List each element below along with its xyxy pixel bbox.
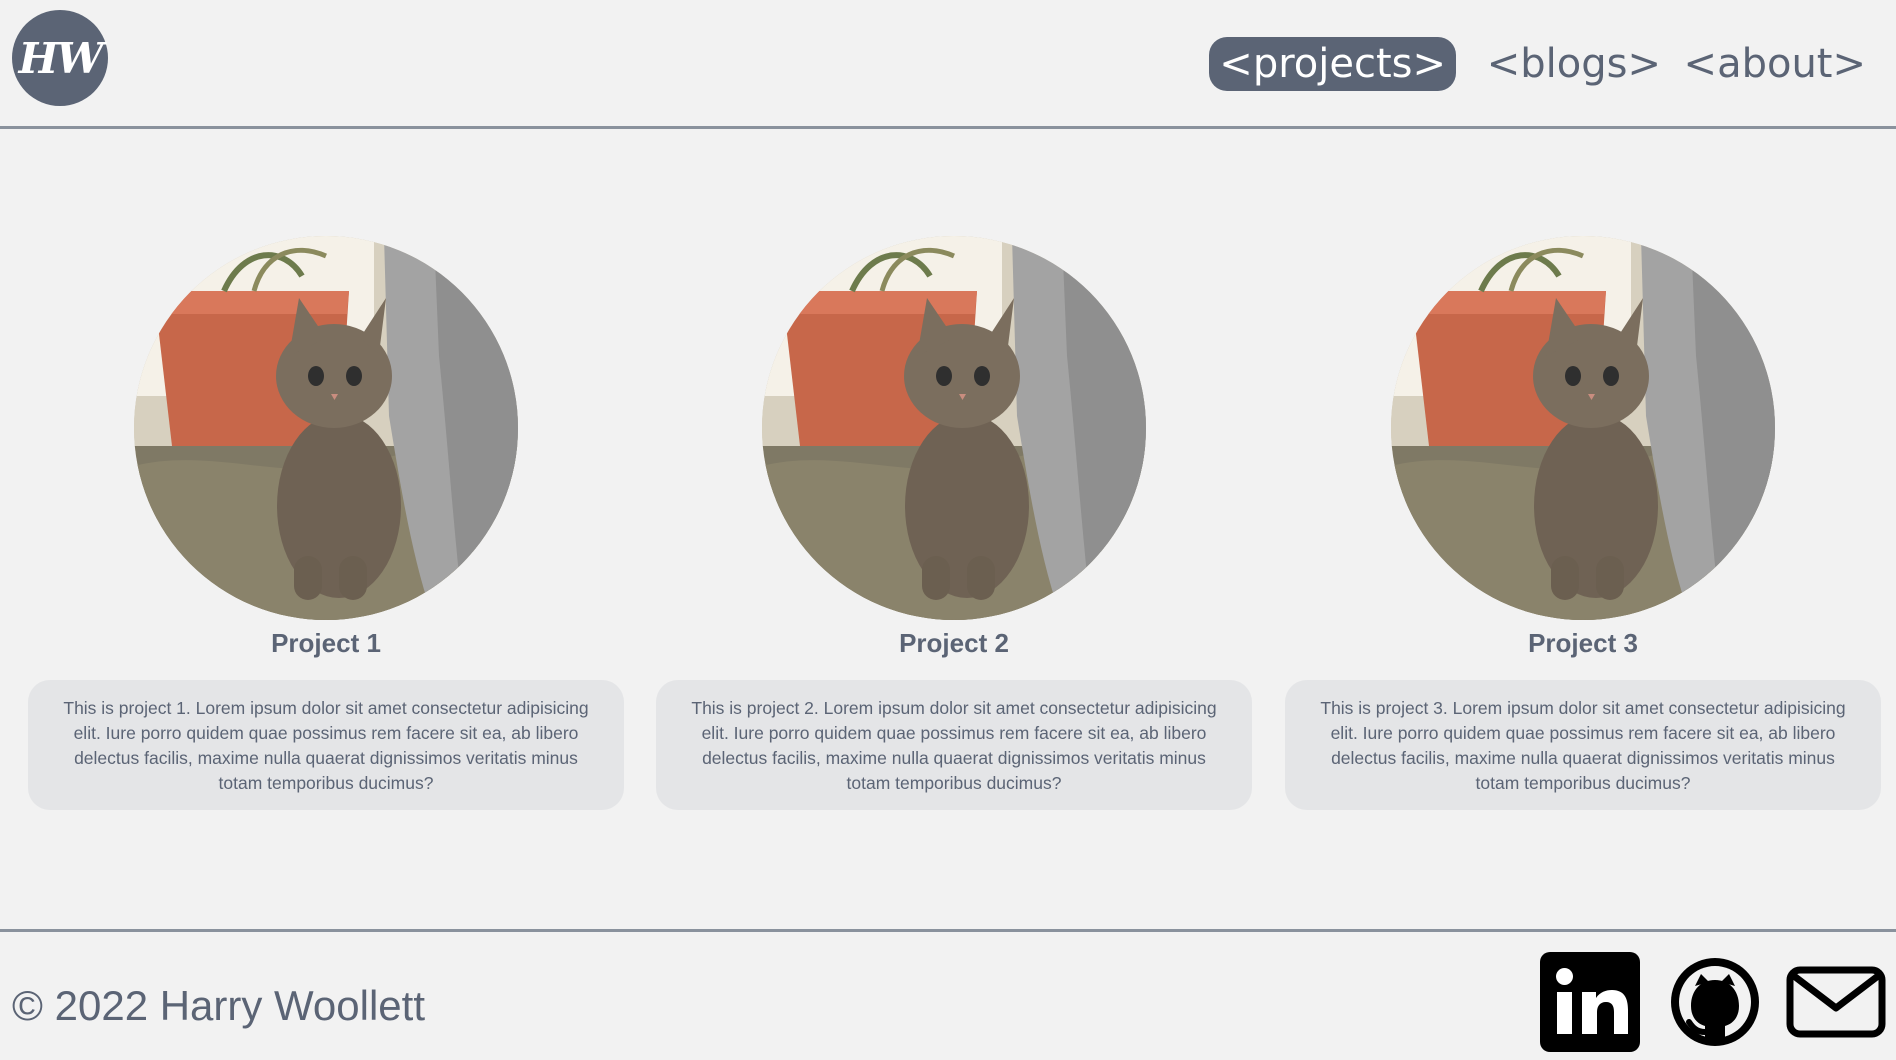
logo[interactable]: HW [12,10,108,106]
project-title: Project 2 [899,628,1009,658]
mail-icon[interactable] [1786,952,1886,1052]
copyright-text: © 2022 Harry Woollett [12,982,426,1029]
project-image[interactable] [762,236,1146,620]
project-description: This is project 3. Lorem ipsum dolor sit… [1285,680,1881,810]
project-image[interactable] [134,236,518,620]
nav-blogs[interactable]: <blogs> [1477,37,1671,91]
project-title: Project 3 [1528,628,1638,658]
nav-projects[interactable]: <projects> [1209,37,1456,91]
logo-text: HW [18,33,104,83]
nav-about[interactable]: <about> [1674,37,1876,91]
kitten-image [134,236,518,620]
project-description: This is project 1. Lorem ipsum dolor sit… [28,680,624,810]
github-icon[interactable] [1665,952,1765,1052]
project-image[interactable] [1391,236,1775,620]
kitten-image [1391,236,1775,620]
project-description: This is project 2. Lorem ipsum dolor sit… [656,680,1252,810]
kitten-image [762,236,1146,620]
site-footer: © 2022 Harry Woollett [0,929,1896,1060]
linkedin-icon[interactable] [1540,952,1640,1052]
site-header: HW <projects> <blogs> <about> [0,0,1896,129]
project-title: Project 1 [271,628,381,658]
